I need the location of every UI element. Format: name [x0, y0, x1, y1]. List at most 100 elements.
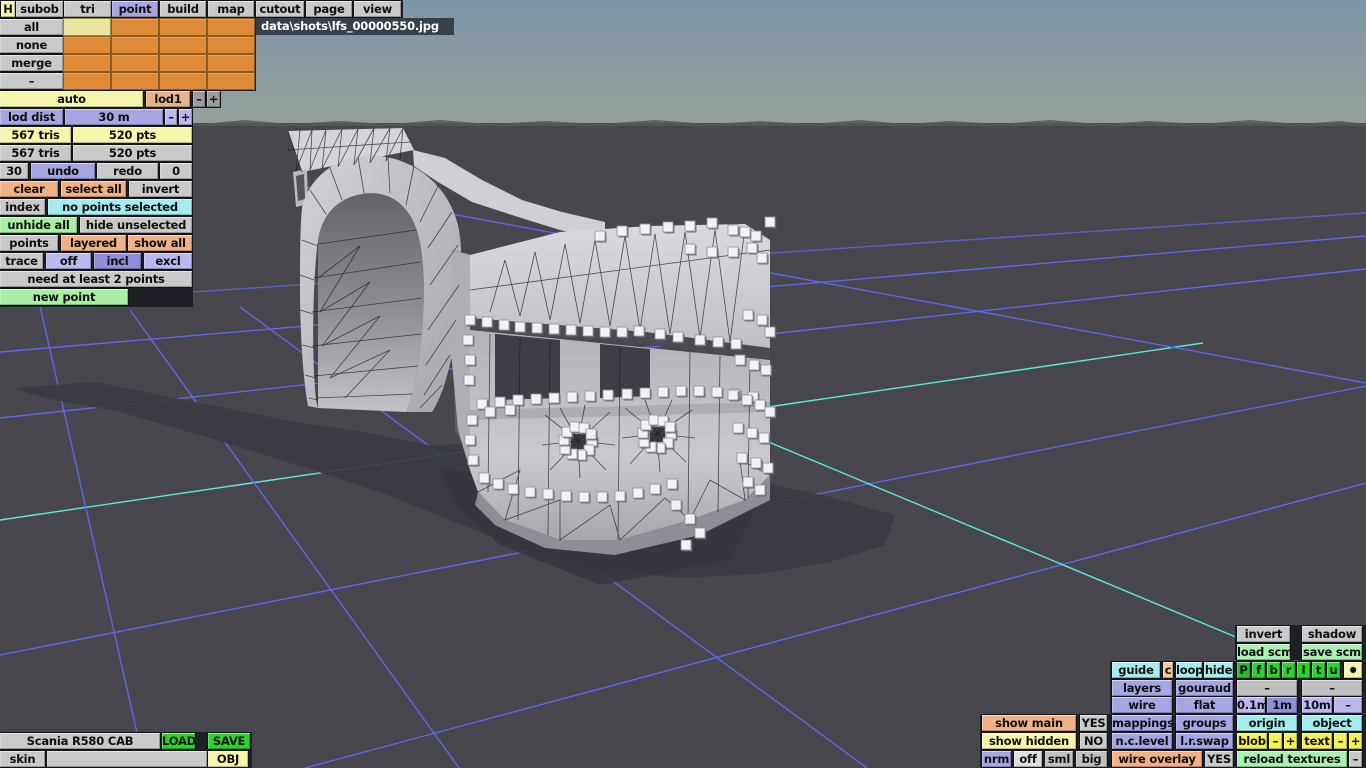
tab-subob[interactable]: subob	[16, 1, 63, 17]
vertex-handle[interactable]	[748, 359, 760, 371]
layers-button[interactable]: layers	[1112, 680, 1172, 696]
vertex-handle[interactable]	[680, 539, 692, 551]
vertex-handle[interactable]	[621, 388, 633, 400]
loop-button[interactable]: loop	[1176, 662, 1202, 678]
vertex-handle[interactable]	[492, 478, 504, 490]
blob-plus-button[interactable]: +	[1284, 733, 1297, 749]
vertex-handle[interactable]	[484, 406, 496, 418]
object-button[interactable]: object	[1302, 715, 1362, 731]
vertex-handle[interactable]	[736, 452, 748, 464]
trace-label[interactable]: trace	[0, 253, 43, 269]
view-right-button[interactable]: r	[1282, 662, 1295, 678]
subobject-cell[interactable]	[64, 19, 110, 35]
subobject-cell[interactable]	[160, 19, 206, 35]
view-perspective-button[interactable]: P	[1237, 662, 1250, 678]
vertex-handle[interactable]	[711, 386, 723, 398]
save-scm-button[interactable]: save scm	[1302, 644, 1362, 660]
view-top-button[interactable]: t	[1312, 662, 1325, 678]
clear-button[interactable]: clear	[0, 181, 58, 197]
hide-button[interactable]: hide	[1204, 662, 1233, 678]
vertex-handle[interactable]	[742, 476, 754, 488]
subobject-cell[interactable]	[208, 55, 254, 71]
subobject-cell[interactable]	[112, 37, 158, 53]
vertex-handle[interactable]	[584, 390, 596, 402]
undo-button[interactable]: undo	[31, 163, 95, 179]
vertex-handle[interactable]	[684, 243, 696, 255]
vertex-handle[interactable]	[548, 323, 560, 335]
vertex-handle[interactable]	[565, 324, 577, 336]
vertex-handle[interactable]	[727, 389, 739, 401]
new-point-button[interactable]: new point	[0, 289, 128, 305]
vertex-handle[interactable]	[464, 314, 476, 326]
layered-button[interactable]: layered	[61, 235, 126, 251]
vertex-handle[interactable]	[730, 338, 742, 350]
subobject-cell[interactable]	[64, 55, 110, 71]
tab-h[interactable]: H	[1, 1, 15, 17]
wire-overlay-button[interactable]: wire overlay	[1112, 751, 1202, 767]
vertex-handle[interactable]	[614, 490, 626, 502]
vertex-handle[interactable]	[616, 326, 628, 338]
vertex-handle[interactable]	[694, 334, 706, 346]
unhide-all-button[interactable]: unhide all	[0, 217, 77, 233]
nrm-sml-button[interactable]: sml	[1045, 751, 1073, 767]
vertex-handle[interactable]	[764, 216, 776, 228]
vertex-handle[interactable]	[675, 385, 687, 397]
vertex-handle[interactable]	[481, 316, 493, 328]
vertex-handle[interactable]	[754, 484, 766, 496]
mappings-button[interactable]: mappings	[1112, 715, 1172, 731]
vertex-handle[interactable]	[594, 230, 606, 242]
vertex-handle[interactable]	[741, 394, 753, 406]
blob-minus-button[interactable]: –	[1269, 733, 1282, 749]
tab-cutout[interactable]: cutout	[256, 1, 304, 17]
index-button[interactable]: index	[0, 199, 45, 215]
grid-dash-button[interactable]: –	[1334, 697, 1362, 713]
vertex-handle[interactable]	[754, 399, 766, 411]
vertex-handle[interactable]	[582, 325, 594, 337]
subobject-none-button[interactable]: none	[0, 37, 63, 53]
blob-button[interactable]: blob	[1237, 733, 1267, 749]
vertex-handle[interactable]	[512, 394, 524, 406]
text-plus-button[interactable]: +	[1349, 733, 1362, 749]
lod-plus-button[interactable]: +	[207, 91, 220, 107]
dash-b-button[interactable]: –	[1302, 680, 1362, 696]
vertex-handle[interactable]	[666, 478, 678, 490]
vertex-handle[interactable]	[524, 486, 536, 498]
show-main-button[interactable]: show main	[982, 715, 1076, 731]
flat-button[interactable]: flat	[1176, 697, 1233, 713]
dash-a-button[interactable]: –	[1237, 680, 1297, 696]
text-minus-button[interactable]: –	[1334, 733, 1347, 749]
vertex-handle[interactable]	[756, 314, 768, 326]
tab-tri[interactable]: tri	[64, 1, 111, 17]
subobject-cell[interactable]	[64, 73, 110, 89]
vertex-handle[interactable]	[706, 246, 718, 258]
subobject-cell[interactable]	[112, 19, 158, 35]
vertex-handle[interactable]	[750, 457, 762, 469]
vertex-handle[interactable]	[672, 331, 684, 343]
vertex-handle[interactable]	[670, 499, 682, 511]
text-button[interactable]: text	[1302, 733, 1332, 749]
trace-excl-button[interactable]: excl	[144, 253, 192, 269]
skin-name-field[interactable]	[47, 751, 207, 767]
lr-swap-button[interactable]: l.r.swap	[1176, 733, 1233, 749]
vertex-handle[interactable]	[764, 406, 776, 418]
vertex-handle[interactable]	[746, 427, 758, 439]
grid-01m-button[interactable]: 0.1m	[1237, 697, 1265, 713]
reload-textures-button[interactable]: reload textures	[1237, 751, 1347, 767]
vertex-handle[interactable]	[560, 490, 572, 502]
subobject-cell[interactable]	[112, 55, 158, 71]
trace-incl-button[interactable]: incl	[94, 253, 141, 269]
vertex-handle[interactable]	[578, 491, 590, 503]
show-main-value[interactable]: YES	[1080, 715, 1107, 731]
load-scm-button[interactable]: load scm	[1237, 644, 1290, 660]
vertex-handle[interactable]	[760, 364, 772, 376]
vertex-handle[interactable]	[706, 217, 718, 229]
lod-auto-button[interactable]: auto	[0, 91, 143, 107]
points-button[interactable]: points	[0, 235, 58, 251]
trace-off-button[interactable]: off	[46, 253, 91, 269]
gouraud-button[interactable]: gouraud	[1176, 680, 1233, 696]
view-left-button[interactable]: l	[1297, 662, 1310, 678]
tab-build[interactable]: build	[160, 1, 206, 17]
vertex-handle[interactable]	[693, 385, 705, 397]
hide-unselected-button[interactable]: hide unselected	[80, 217, 192, 233]
vertex-handle[interactable]	[684, 220, 696, 232]
